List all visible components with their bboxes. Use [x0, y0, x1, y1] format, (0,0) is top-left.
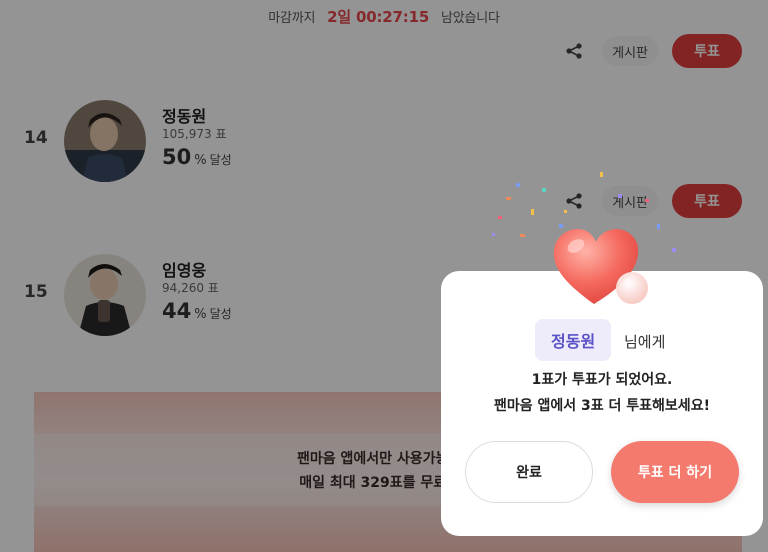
done-button[interactable]: 완료	[465, 441, 593, 503]
target-candidate-chip: 정동원	[535, 319, 612, 361]
modal-message-line-1: 1표가 투표가 되었어요.	[531, 372, 673, 388]
vote-more-button[interactable]: 투표 더 하기	[611, 441, 739, 503]
vote-complete-modal: 정동원 님에게 1표가 투표가 되었어요. 팬마음 앱에서 3표 더 투표해보세…	[441, 271, 763, 536]
target-suffix: 님에게	[624, 333, 666, 351]
vote-page: 마감까지 2일 00:27:15 남았습니다 게시판 투표 14 정동원 105…	[0, 0, 768, 552]
heart-icon	[553, 228, 648, 304]
modal-message-line-2: 팬마음 앱에서 3표 더 투표해보세요!	[494, 398, 710, 414]
